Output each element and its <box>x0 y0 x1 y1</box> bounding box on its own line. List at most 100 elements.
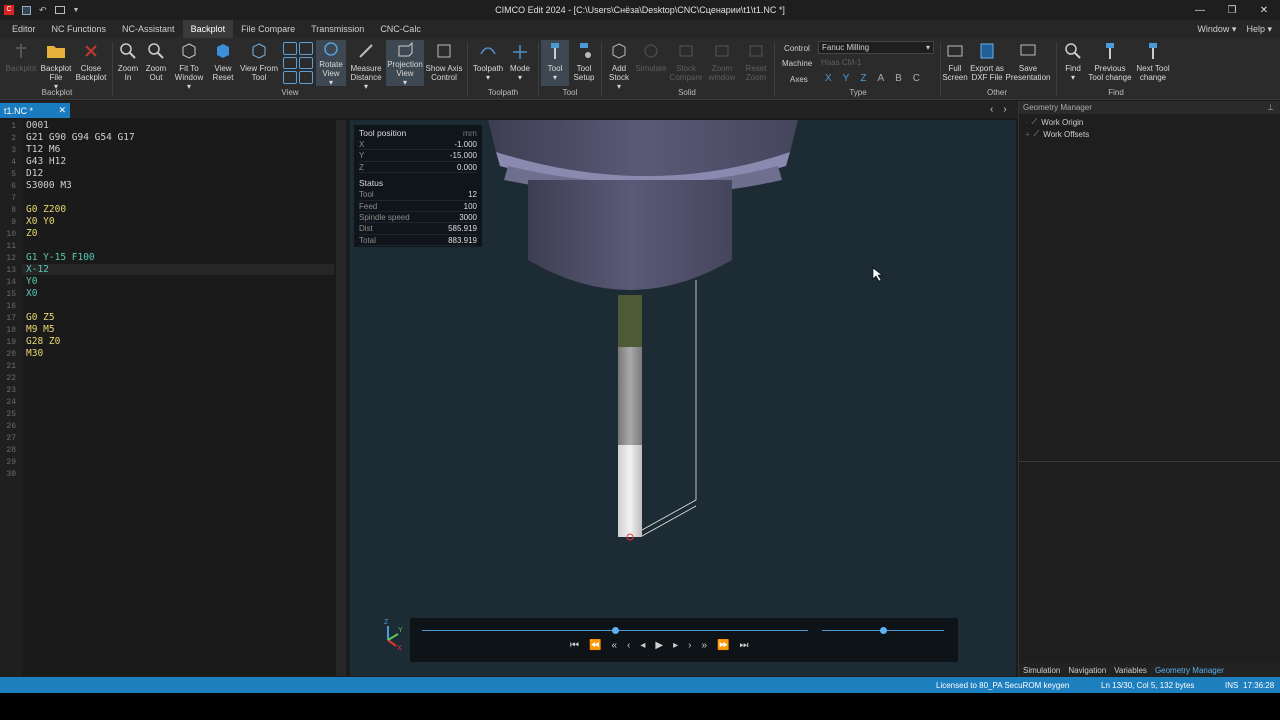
minimize-icon[interactable]: — <box>1184 0 1216 20</box>
next-block-icon[interactable]: » <box>701 640 707 651</box>
tree-expand-icon[interactable]: + <box>1025 130 1030 139</box>
code-line[interactable]: G28 Z0 <box>26 336 60 347</box>
menu-tab-nc-assistant[interactable]: NC-Assistant <box>114 20 183 38</box>
tree-expand-icon[interactable]: · <box>1025 118 1028 127</box>
view-reset-button[interactable]: View Reset <box>208 40 238 82</box>
control-select[interactable]: Fanuc Milling ▾ <box>818 41 934 54</box>
show-axis-control-button[interactable]: Show Axis Control <box>424 40 464 82</box>
code-line[interactable]: M30 <box>26 348 43 359</box>
axis-b-toggle[interactable]: B <box>895 73 902 84</box>
code-line[interactable]: X0 Y0 <box>26 216 55 227</box>
save-icon[interactable] <box>22 5 31 15</box>
previous-tool-change-button[interactable]: Previous Tool change <box>1088 40 1132 82</box>
axis-z-toggle[interactable]: Z <box>860 73 866 84</box>
tool-button[interactable]: Tool ▾ <box>541 40 569 86</box>
projection-view-button[interactable]: Projection View ▾ <box>386 40 424 87</box>
code-line[interactable]: T12 M6 <box>26 144 60 155</box>
toolpath-button[interactable]: Toolpath ▾ <box>470 40 506 82</box>
next-z-icon[interactable]: › <box>688 640 691 651</box>
mode-button[interactable]: Mode ▾ <box>506 40 534 82</box>
menu-tab-backplot[interactable]: Backplot <box>182 20 234 38</box>
close-tab-icon[interactable]: ✕ <box>58 105 66 116</box>
axis-y-toggle[interactable]: Y <box>843 73 850 84</box>
menu-tab-file-compare[interactable]: File Compare <box>233 20 303 38</box>
prev-tool-icon[interactable]: ⏪ <box>589 640 601 651</box>
prev-z-icon[interactable]: ‹ <box>627 640 630 651</box>
code-line[interactable]: O001 <box>26 120 49 131</box>
tab-navigation[interactable]: Navigation <box>1068 666 1106 675</box>
menu-tab-transmission[interactable]: Transmission <box>303 20 372 38</box>
zoom-out-button[interactable]: Zoom Out <box>142 40 170 82</box>
fit-to-window-button[interactable]: Fit To Window ▾ <box>170 40 208 91</box>
tab-scroll-left-icon[interactable]: ‹ <box>990 104 993 115</box>
axis-x-toggle[interactable]: X <box>825 73 832 84</box>
help-menu[interactable]: Help ▾ <box>1246 24 1272 35</box>
tab-simulation[interactable]: Simulation <box>1023 666 1060 675</box>
menu-tab-nc-functions[interactable]: NC Functions <box>44 20 115 38</box>
speed-slider-thumb[interactable] <box>880 627 887 634</box>
view-right-icon[interactable] <box>299 56 313 70</box>
pin-icon[interactable]: ⊥ <box>1267 101 1274 114</box>
add-stock-button[interactable]: Add Stock ▾ <box>604 40 634 91</box>
full-screen-button[interactable]: Full Screen <box>942 40 968 82</box>
code-line[interactable]: X-12 <box>22 264 334 275</box>
save-presentation-button[interactable]: Save Presentation <box>1006 40 1050 82</box>
first-icon[interactable]: ⏮ <box>570 640 579 651</box>
measure-distance-button[interactable]: Measure Distance ▾ <box>348 40 384 91</box>
view-front-icon[interactable] <box>283 42 297 55</box>
view-iso-icon[interactable] <box>283 71 297 84</box>
close-backplot-button[interactable]: Close Backplot <box>74 40 108 82</box>
next-tool-change-button[interactable]: Next Tool change <box>1134 40 1172 82</box>
step-forward-icon[interactable]: ▸ <box>673 640 678 651</box>
tab-geometry-manager[interactable]: Geometry Manager <box>1155 666 1224 675</box>
simulate-button[interactable]: Simulate <box>634 40 668 73</box>
view-left-icon[interactable] <box>283 56 297 70</box>
find-button[interactable]: Find ▾ <box>1060 40 1086 82</box>
code-line[interactable]: G0 Z200 <box>26 204 66 215</box>
close-icon[interactable]: ✕ <box>1248 0 1280 20</box>
next-tool-icon[interactable]: ⏩ <box>717 640 729 651</box>
restore-icon[interactable]: ❐ <box>1216 0 1248 20</box>
stock-compare-button[interactable]: Stock Compare <box>668 40 704 82</box>
view-top-icon[interactable] <box>299 42 313 55</box>
print-icon[interactable] <box>54 6 65 14</box>
view-from-tool-button[interactable]: View From Tool <box>238 40 280 82</box>
quick-access-dropdown-icon[interactable]: ▼ <box>73 7 80 14</box>
undo-icon[interactable]: ↶ <box>39 5 47 16</box>
tool-setup-button[interactable]: Tool Setup <box>570 40 598 82</box>
code-line[interactable]: S3000 M3 <box>26 180 72 191</box>
reset-zoom-button[interactable]: Reset Zoom <box>740 40 772 82</box>
progress-slider-thumb[interactable] <box>612 627 619 634</box>
document-tab[interactable]: t1.NC * ✕ <box>0 103 70 118</box>
code-line[interactable]: Z0 <box>26 228 37 239</box>
axis-c-toggle[interactable]: C <box>913 73 920 84</box>
code-line[interactable]: G1 Y-15 F100 <box>26 252 95 263</box>
last-icon[interactable]: ⏭ <box>739 640 748 651</box>
axis-a-toggle[interactable]: A <box>877 73 884 84</box>
code-line[interactable]: G43 H12 <box>26 156 66 167</box>
backplot-button[interactable]: Backplot <box>4 40 38 73</box>
menu-tab-cnc-calc[interactable]: CNC-Calc <box>372 20 429 38</box>
code-line[interactable]: Y0 <box>26 276 37 287</box>
code-line[interactable]: D12 <box>26 168 43 179</box>
zoom-in-button[interactable]: Zoom In <box>114 40 142 82</box>
prev-block-icon[interactable]: « <box>611 640 617 651</box>
play-icon[interactable]: ▶ <box>655 640 663 651</box>
nc-editor[interactable]: 1 2 3 4 5 6 7 8 9 10 11 12 13 14 15 16 17 18 19 20 21 22 23 24 2… <box>0 120 346 676</box>
editor-scrollbar[interactable] <box>336 120 346 676</box>
tab-scroll-right-icon[interactable]: › <box>1003 104 1006 115</box>
menu-tab-editor[interactable]: Editor <box>4 20 44 38</box>
step-back-icon[interactable]: ◂ <box>640 640 645 651</box>
code-line[interactable]: G21 G90 G94 G54 G17 <box>26 132 135 143</box>
backplot-file-button[interactable]: Backplot File ▾ <box>38 40 74 91</box>
zoom-window-button[interactable]: Zoom window <box>704 40 740 82</box>
window-menu[interactable]: Window ▾ <box>1197 24 1236 35</box>
rotate-view-button[interactable]: Rotate View ▾ <box>316 40 346 87</box>
code-line[interactable]: G0 Z5 <box>26 312 55 323</box>
tree-item-work-origin[interactable]: · ⟋ Work Origin <box>1025 116 1274 128</box>
export-dxf-button[interactable]: Export as DXF File <box>968 40 1006 82</box>
code-line[interactable]: X0 <box>26 288 37 299</box>
tab-variables[interactable]: Variables <box>1114 666 1147 675</box>
code-line[interactable]: M9 M5 <box>26 324 55 335</box>
tree-item-work-offsets[interactable]: + ⟋ Work Offsets <box>1025 128 1274 140</box>
